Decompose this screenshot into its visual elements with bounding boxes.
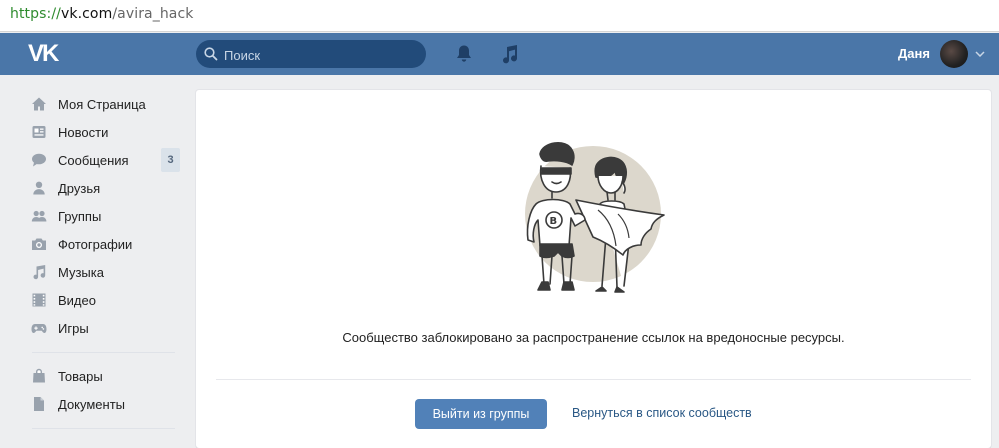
superhero-illustration: B [525, 142, 665, 293]
sidebar-divider [32, 428, 175, 429]
user-name[interactable]: Даня [898, 46, 930, 61]
friends-icon [31, 180, 47, 196]
sidebar-item-documents[interactable]: Документы [28, 390, 183, 418]
sidebar-divider [32, 352, 175, 353]
blocked-community-card: B Сообщество заблокировано за распростра… [196, 90, 991, 448]
url-scheme: https:// [10, 6, 61, 22]
gamepad-icon [31, 320, 47, 336]
sidebar-item-label: Сообщения [58, 152, 129, 168]
sidebar-item-friends[interactable]: Друзья [28, 174, 183, 202]
sidebar-item-label: Игры [58, 320, 89, 336]
bell-icon[interactable] [455, 44, 473, 64]
chevron-down-icon[interactable] [975, 51, 985, 57]
camera-icon [31, 236, 47, 252]
sidebar-item-photos[interactable]: Фотографии [28, 230, 183, 258]
url-text[interactable]: https://vk.com/avira_hack [10, 6, 194, 22]
url-host: vk.com [60, 6, 113, 22]
sidebar-item-label: Группы [58, 208, 102, 224]
news-icon [31, 124, 47, 140]
top-header: VK Даня [0, 33, 999, 75]
search-box[interactable] [196, 40, 426, 68]
sidebar-item-label: Видео [58, 292, 96, 308]
search-icon [204, 47, 218, 61]
music-icon[interactable] [501, 44, 519, 64]
sidebar-item-label: Товары [58, 368, 103, 384]
sidebar-item-label: Новости [58, 124, 109, 140]
music-icon [31, 264, 47, 280]
bag-icon [31, 368, 47, 384]
home-icon [31, 96, 47, 112]
sidebar-item-label: Музыка [58, 264, 104, 280]
messages-icon [31, 152, 47, 168]
sidebar-item-label: Моя Страница [58, 96, 146, 112]
sidebar-item-my-page[interactable]: Моя Страница [28, 90, 183, 118]
sidebar-item-games[interactable]: Игры [28, 314, 183, 342]
unread-count-badge: 3 [161, 148, 180, 172]
sidebar-item-messages[interactable]: Сообщения 3 [28, 146, 183, 174]
card-divider [216, 379, 971, 380]
url-path: /avira_hack [112, 6, 194, 22]
browser-address-bar[interactable]: https://vk.com/avira_hack [0, 0, 999, 32]
svg-text:B: B [550, 216, 558, 227]
leave-group-button[interactable]: Выйти из группы [415, 399, 547, 429]
sidebar-item-label: Друзья [58, 180, 101, 196]
sidebar-item-music[interactable]: Музыка [28, 258, 183, 286]
groups-icon [31, 208, 47, 224]
sidebar-item-label: Документы [58, 396, 126, 412]
vk-logo[interactable]: VK [28, 41, 66, 67]
search-input[interactable] [222, 44, 416, 66]
video-icon [31, 292, 47, 308]
sidebar-item-label: Фотографии [58, 236, 133, 252]
sidebar-item-goods[interactable]: Товары [28, 362, 183, 390]
left-sidebar: Моя Страница Новости Сообщения 3 Друзья … [28, 90, 183, 438]
sidebar-item-groups[interactable]: Группы [28, 202, 183, 230]
back-to-communities-link[interactable]: Вернуться в список сообществ [572, 406, 752, 420]
blocked-message: Сообщество заблокировано за распростране… [342, 330, 845, 345]
avatar[interactable] [940, 40, 968, 68]
sidebar-item-video[interactable]: Видео [28, 286, 183, 314]
document-icon [31, 396, 47, 412]
sidebar-item-news[interactable]: Новости [28, 118, 183, 146]
